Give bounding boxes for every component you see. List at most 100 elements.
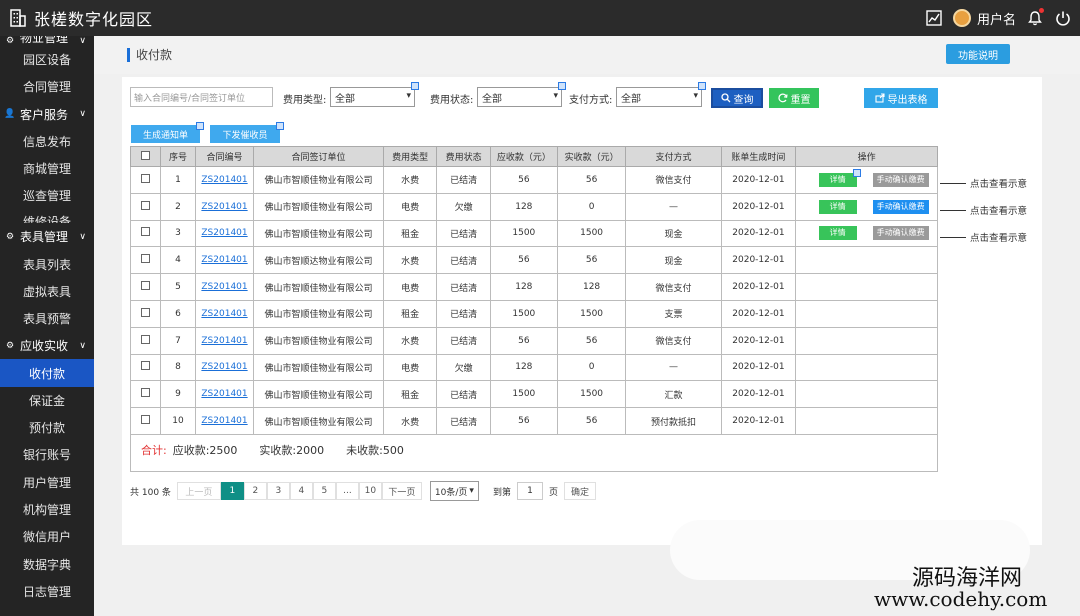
bell-icon[interactable] xyxy=(1026,8,1044,27)
sidebar-item-bank-accounts[interactable]: 银行账号 xyxy=(0,441,94,468)
annotation-marker-icon xyxy=(276,122,284,130)
sidebar-item-wechat-users[interactable]: 微信用户 xyxy=(0,523,94,550)
export-button[interactable]: 导出表格 xyxy=(864,88,938,108)
page-button[interactable]: 10 xyxy=(358,482,382,500)
bill-time-cell: 2020-12-01 xyxy=(720,166,797,194)
username[interactable]: 用户名 xyxy=(977,9,1016,28)
page-button[interactable]: 3 xyxy=(266,482,290,500)
fee-status: 已结清 xyxy=(450,337,478,348)
contract-link[interactable]: ZS201401 xyxy=(201,228,247,238)
row-checkbox[interactable] xyxy=(129,246,162,275)
fee-status: 已结清 xyxy=(450,229,478,240)
sidebar-item-meter-alerts[interactable]: 表具预警 xyxy=(0,305,94,332)
amount-due-cell: 128 xyxy=(489,273,558,301)
row-checkbox[interactable] xyxy=(129,192,162,221)
fee-type-select[interactable]: 全部 ▾ xyxy=(330,87,415,107)
sidebar-item-virtual-meters[interactable]: 虚拟表具 xyxy=(0,278,94,305)
annotation-marker-icon xyxy=(698,82,706,90)
select-all-checkbox[interactable] xyxy=(129,146,162,167)
next-page-button[interactable]: 下一页 xyxy=(381,482,422,500)
sidebar-item-payments[interactable]: 收付款 xyxy=(0,359,94,387)
contract-unit-cell: 佛山市智顺佳物业有限公司 xyxy=(253,380,384,409)
sidebar-item-inspection[interactable]: 巡查管理 xyxy=(0,182,94,209)
manual-confirm-button[interactable]: 手动确认缴费 xyxy=(872,226,929,241)
refresh-icon xyxy=(777,93,788,103)
manual-confirm-button[interactable]: 手动确认缴费 xyxy=(872,172,929,187)
goto-confirm-button[interactable]: 确定 xyxy=(563,482,596,500)
row-checkbox[interactable] xyxy=(129,166,162,194)
pay-method: 支票 xyxy=(664,310,683,321)
row-checkbox[interactable] xyxy=(129,380,162,409)
sidebar-item-logs[interactable]: 日志管理 xyxy=(0,578,94,605)
contract-link[interactable]: ZS201401 xyxy=(201,255,247,265)
contract-link-cell[interactable]: ZS201401 xyxy=(194,192,255,221)
detail-button[interactable]: 详情 xyxy=(818,168,861,187)
query-button[interactable]: 查询 xyxy=(711,88,763,108)
contract-search-input[interactable]: 输入合同编号/合同签订单位 xyxy=(130,87,273,107)
page-button[interactable]: 4 xyxy=(289,482,313,500)
contract-link[interactable]: ZS201401 xyxy=(201,175,247,185)
detail-button[interactable]: 详情 xyxy=(818,226,857,241)
contract-link[interactable]: ZS201401 xyxy=(201,336,247,346)
reset-button[interactable]: 重置 xyxy=(769,88,819,108)
contract-link-cell[interactable]: ZS201401 xyxy=(194,380,255,409)
page-button[interactable]: 1 xyxy=(220,482,244,500)
row-index: 6 xyxy=(175,308,181,319)
detail-button[interactable]: 详情 xyxy=(818,199,857,214)
contract-link-cell[interactable]: ZS201401 xyxy=(194,166,255,194)
sidebar-item-organizations[interactable]: 机构管理 xyxy=(0,496,94,523)
contract-link-cell[interactable]: ZS201401 xyxy=(194,326,255,355)
chart-icon[interactable] xyxy=(925,9,943,27)
row-checkbox[interactable] xyxy=(129,219,162,248)
row-checkbox[interactable] xyxy=(129,326,162,355)
sidebar-group-property[interactable]: ⚙ 物业管理 ∨ xyxy=(0,36,94,46)
sidebar-item-deposit[interactable]: 保证金 xyxy=(0,387,94,414)
pay-method-cell: 汇款 xyxy=(625,380,722,409)
fee-type-cell: 租金 xyxy=(382,380,438,409)
contract-link-cell[interactable]: ZS201401 xyxy=(194,246,255,275)
amount-due-cell: 128 xyxy=(489,192,558,221)
contract-link-cell[interactable]: ZS201401 xyxy=(194,273,255,301)
page-button[interactable]: 5 xyxy=(312,482,336,500)
contract-link-cell[interactable]: ZS201401 xyxy=(194,219,255,248)
contract-link[interactable]: ZS201401 xyxy=(201,416,247,426)
sidebar-group-receivables[interactable]: ⚙ 应收实收 ∨ xyxy=(0,332,94,359)
row-index: 5 xyxy=(175,282,181,293)
sidebar-item-mall[interactable]: 商城管理 xyxy=(0,155,94,182)
send-reminder-button[interactable]: 下发催收员 xyxy=(210,125,280,143)
row-checkbox[interactable] xyxy=(129,353,162,382)
contract-link-cell[interactable]: ZS201401 xyxy=(194,299,255,328)
avatar[interactable] xyxy=(952,9,971,27)
sidebar-item-announcements[interactable]: 信息发布 xyxy=(0,128,94,155)
sidebar-item-users[interactable]: 用户管理 xyxy=(0,469,94,496)
contract-link[interactable]: ZS201401 xyxy=(201,362,247,372)
goto-page-input[interactable]: 1 xyxy=(516,482,543,500)
fee-status-select[interactable]: 全部 ▾ xyxy=(477,87,562,107)
sidebar-item-meter-list[interactable]: 表具列表 xyxy=(0,250,94,277)
contract-link[interactable]: ZS201401 xyxy=(201,202,247,212)
sidebar-item-contracts[interactable]: 合同管理 xyxy=(0,73,94,100)
page-button[interactable]: 2 xyxy=(243,482,267,500)
page-size-select[interactable]: 10条/页 ▾ xyxy=(429,481,479,501)
contract-link[interactable]: ZS201401 xyxy=(201,282,247,292)
prev-page-button[interactable]: 上一页 xyxy=(176,482,221,500)
contract-link[interactable]: ZS201401 xyxy=(201,309,247,319)
contract-unit: 佛山市智顺佳物业有限公司 xyxy=(264,229,373,240)
sidebar-group-customer-service[interactable]: 👤 客户服务 ∨ xyxy=(0,101,94,128)
sidebar-group-meters[interactable]: ⚙ 表具管理 ∨ xyxy=(0,223,94,250)
sidebar-item-prepayment[interactable]: 预付款 xyxy=(0,414,94,441)
sidebar-item-repair[interactable]: 维修设备 xyxy=(0,209,94,223)
contract-link[interactable]: ZS201401 xyxy=(201,389,247,399)
contract-link-cell[interactable]: ZS201401 xyxy=(194,353,255,382)
power-icon[interactable] xyxy=(1054,9,1072,27)
export-icon xyxy=(874,93,885,103)
pay-method-select[interactable]: 全部 ▾ xyxy=(616,87,702,107)
row-checkbox[interactable] xyxy=(129,299,162,328)
bill-time: 2020-12-01 xyxy=(732,228,785,239)
sidebar-item-dictionary[interactable]: 数据字典 xyxy=(0,550,94,577)
help-button[interactable]: 功能说明 xyxy=(946,44,1010,64)
manual-confirm-button[interactable]: 手动确认缴费 xyxy=(872,199,929,214)
generate-notice-button[interactable]: 生成通知单 xyxy=(131,125,200,143)
sidebar-item-park-devices[interactable]: 园区设备 xyxy=(0,46,94,73)
row-checkbox[interactable] xyxy=(129,273,162,301)
